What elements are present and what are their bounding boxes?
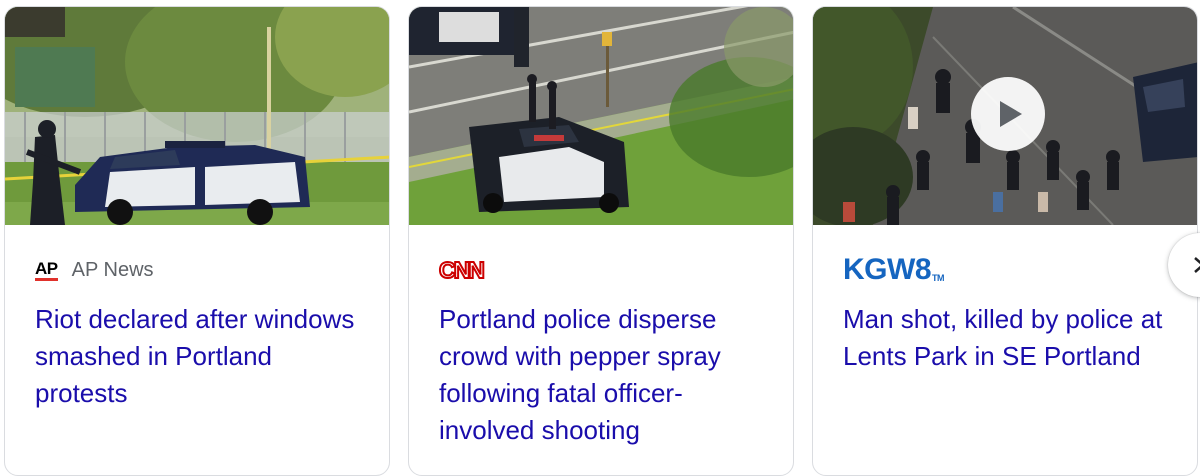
- headline-link[interactable]: Man shot, killed by police at Lents Park…: [843, 301, 1173, 375]
- kgw8-logo: KGW8 TM: [843, 253, 945, 287]
- play-icon: [1000, 101, 1022, 127]
- kgw8-logo-suffix: TM: [932, 273, 945, 283]
- kgw8-logo-text: KGW8: [843, 253, 932, 286]
- source-row: CNN: [438, 255, 486, 285]
- ap-logo: AP: [35, 260, 58, 281]
- news-card-ap[interactable]: AP AP News Riot declared after windows s…: [4, 6, 390, 476]
- play-button[interactable]: [971, 77, 1045, 151]
- source-row: AP AP News: [35, 255, 154, 285]
- crowd-video-thumbnail: [813, 7, 1197, 225]
- news-card-cnn[interactable]: CNN Portland police disperse crowd with …: [408, 6, 794, 476]
- headline-link[interactable]: Portland police disperse crowd with pepp…: [439, 301, 769, 449]
- news-card-kgw8[interactable]: KGW8 TM Man shot, killed by police at Le…: [812, 6, 1198, 476]
- chevron-right-icon: [1194, 257, 1200, 273]
- cnn-logo: CNN: [438, 256, 486, 284]
- source-name: AP News: [71, 258, 154, 281]
- aerial-police-car-image: [409, 7, 793, 225]
- police-car-scene-image: [5, 7, 389, 225]
- source-row: KGW8 TM: [843, 253, 945, 287]
- headline-link[interactable]: Riot declared after windows smashed in P…: [35, 301, 365, 412]
